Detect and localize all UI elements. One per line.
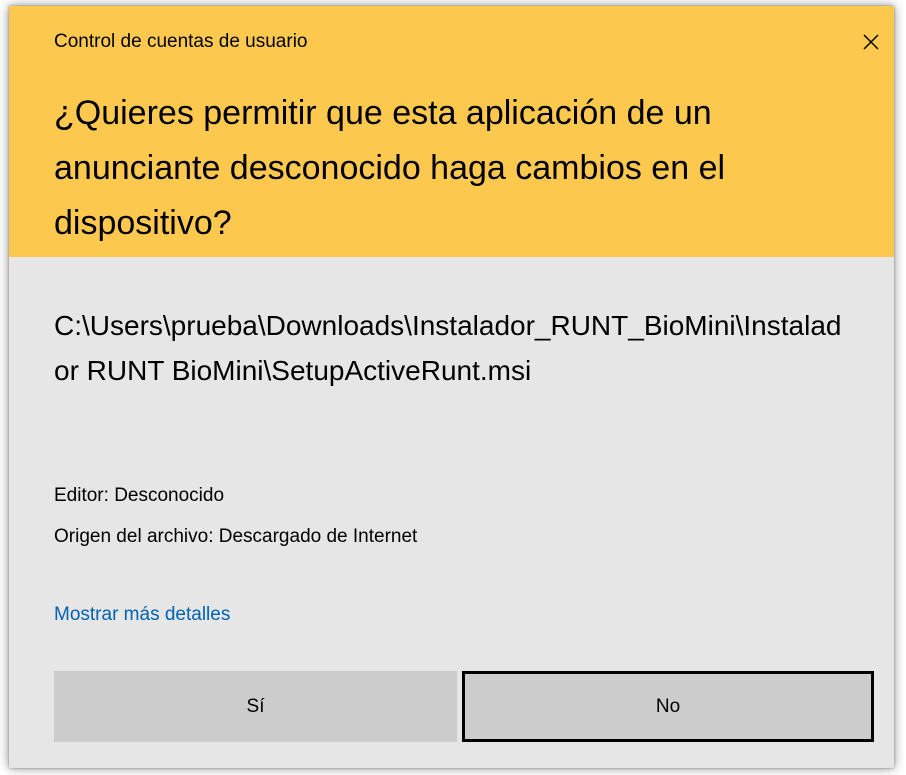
yes-button[interactable]: Sí — [54, 671, 457, 742]
publisher-info: Editor: Desconocido — [54, 485, 225, 506]
uac-question: ¿Quieres permitir que esta aplicación de… — [54, 94, 726, 242]
file-origin-info: Origen del archivo: Descargado de Intern… — [54, 526, 418, 547]
yes-button-label: Sí — [246, 695, 265, 717]
close-icon — [863, 34, 879, 50]
show-more-details-link[interactable]: Mostrar más detalles — [54, 604, 230, 626]
close-button[interactable] — [855, 26, 887, 58]
no-button[interactable]: No — [462, 671, 874, 742]
dialog-header: Control de cuentas de usuario ¿Quieres p… — [9, 6, 894, 257]
uac-dialog: Control de cuentas de usuario ¿Quieres p… — [9, 6, 894, 768]
no-button-label: No — [655, 695, 681, 717]
dialog-title: Control de cuentas de usuario — [54, 31, 308, 52]
program-path: C:\Users\prueba\Downloads\Instalador_RUN… — [54, 310, 842, 386]
